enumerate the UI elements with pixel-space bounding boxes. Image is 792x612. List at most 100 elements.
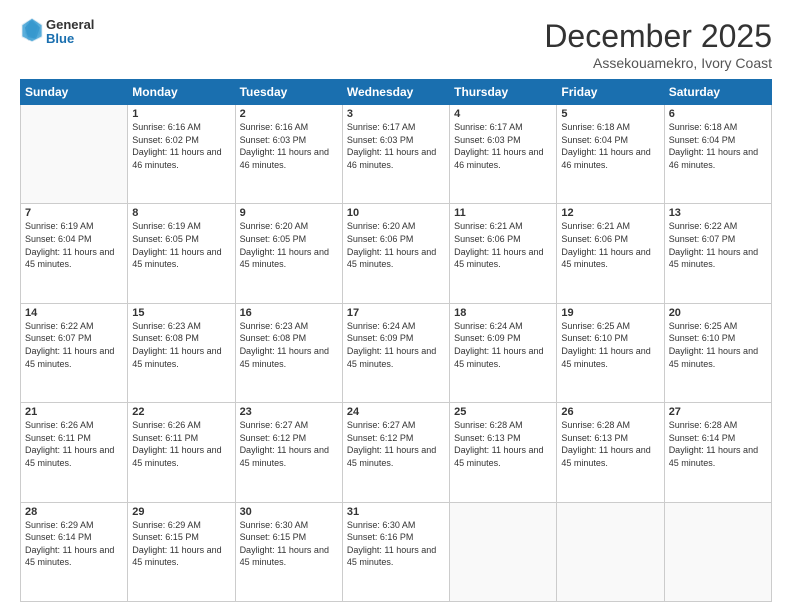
calendar-day-cell: 6Sunrise: 6:18 AMSunset: 6:04 PMDaylight… <box>664 105 771 204</box>
sunset-label: Sunset: 6:09 PM <box>347 333 414 343</box>
daylight-label: Daylight: 11 hours and 45 minutes. <box>347 445 436 468</box>
daylight-label: Daylight: 11 hours and 45 minutes. <box>669 445 758 468</box>
sunset-label: Sunset: 6:14 PM <box>669 433 736 443</box>
day-number: 27 <box>669 406 767 418</box>
sunset-label: Sunset: 6:04 PM <box>25 234 92 244</box>
sunset-label: Sunset: 6:10 PM <box>669 333 736 343</box>
day-info: Sunrise: 6:30 AMSunset: 6:15 PMDaylight:… <box>240 519 338 569</box>
sunset-label: Sunset: 6:07 PM <box>669 234 736 244</box>
sunrise-label: Sunrise: 6:21 AM <box>561 221 630 231</box>
calendar-day-cell: 9Sunrise: 6:20 AMSunset: 6:05 PMDaylight… <box>235 204 342 303</box>
sunrise-label: Sunrise: 6:20 AM <box>240 221 309 231</box>
daylight-label: Daylight: 11 hours and 45 minutes. <box>25 247 114 270</box>
calendar-day-cell: 11Sunrise: 6:21 AMSunset: 6:06 PMDayligh… <box>450 204 557 303</box>
day-number: 13 <box>669 207 767 219</box>
sunset-label: Sunset: 6:14 PM <box>25 532 92 542</box>
day-number: 24 <box>347 406 445 418</box>
day-number: 14 <box>25 307 123 319</box>
day-number: 22 <box>132 406 230 418</box>
day-number: 28 <box>25 506 123 518</box>
day-info: Sunrise: 6:18 AMSunset: 6:04 PMDaylight:… <box>669 121 767 171</box>
calendar-day-cell: 3Sunrise: 6:17 AMSunset: 6:03 PMDaylight… <box>342 105 449 204</box>
day-number: 4 <box>454 108 552 120</box>
daylight-label: Daylight: 11 hours and 45 minutes. <box>240 247 329 270</box>
day-info: Sunrise: 6:25 AMSunset: 6:10 PMDaylight:… <box>561 320 659 370</box>
calendar-day-cell: 21Sunrise: 6:26 AMSunset: 6:11 PMDayligh… <box>21 403 128 502</box>
day-info: Sunrise: 6:29 AMSunset: 6:14 PMDaylight:… <box>25 519 123 569</box>
logo-general: General <box>46 18 94 32</box>
calendar-day-cell: 28Sunrise: 6:29 AMSunset: 6:14 PMDayligh… <box>21 502 128 601</box>
sunset-label: Sunset: 6:13 PM <box>561 433 628 443</box>
calendar-day-cell: 25Sunrise: 6:28 AMSunset: 6:13 PMDayligh… <box>450 403 557 502</box>
sunset-label: Sunset: 6:03 PM <box>454 135 521 145</box>
calendar-day-cell: 13Sunrise: 6:22 AMSunset: 6:07 PMDayligh… <box>664 204 771 303</box>
daylight-label: Daylight: 11 hours and 45 minutes. <box>561 445 650 468</box>
sunrise-label: Sunrise: 6:16 AM <box>240 122 309 132</box>
sunset-label: Sunset: 6:05 PM <box>132 234 199 244</box>
logo-icon <box>20 16 44 44</box>
calendar-day-cell: 2Sunrise: 6:16 AMSunset: 6:03 PMDaylight… <box>235 105 342 204</box>
calendar-day-cell: 17Sunrise: 6:24 AMSunset: 6:09 PMDayligh… <box>342 303 449 402</box>
daylight-label: Daylight: 11 hours and 45 minutes. <box>454 247 543 270</box>
sunset-label: Sunset: 6:12 PM <box>347 433 414 443</box>
day-number: 20 <box>669 307 767 319</box>
day-number: 10 <box>347 207 445 219</box>
day-number: 29 <box>132 506 230 518</box>
day-number: 30 <box>240 506 338 518</box>
sunrise-label: Sunrise: 6:18 AM <box>561 122 630 132</box>
day-number: 18 <box>454 307 552 319</box>
sunrise-label: Sunrise: 6:16 AM <box>132 122 201 132</box>
calendar-header-row: SundayMondayTuesdayWednesdayThursdayFrid… <box>21 80 772 105</box>
sunrise-label: Sunrise: 6:18 AM <box>669 122 738 132</box>
month-title: December 2025 <box>544 18 772 55</box>
day-info: Sunrise: 6:24 AMSunset: 6:09 PMDaylight:… <box>347 320 445 370</box>
daylight-label: Daylight: 11 hours and 45 minutes. <box>132 445 221 468</box>
sunset-label: Sunset: 6:05 PM <box>240 234 307 244</box>
sunrise-label: Sunrise: 6:24 AM <box>347 321 416 331</box>
calendar-day-cell: 4Sunrise: 6:17 AMSunset: 6:03 PMDaylight… <box>450 105 557 204</box>
calendar-day-cell: 19Sunrise: 6:25 AMSunset: 6:10 PMDayligh… <box>557 303 664 402</box>
day-info: Sunrise: 6:21 AMSunset: 6:06 PMDaylight:… <box>561 220 659 270</box>
calendar-header-sunday: Sunday <box>21 80 128 105</box>
day-info: Sunrise: 6:27 AMSunset: 6:12 PMDaylight:… <box>347 419 445 469</box>
daylight-label: Daylight: 11 hours and 45 minutes. <box>132 247 221 270</box>
sunrise-label: Sunrise: 6:25 AM <box>669 321 738 331</box>
sunset-label: Sunset: 6:15 PM <box>240 532 307 542</box>
day-info: Sunrise: 6:24 AMSunset: 6:09 PMDaylight:… <box>454 320 552 370</box>
day-number: 15 <box>132 307 230 319</box>
day-number: 16 <box>240 307 338 319</box>
calendar-day-cell <box>557 502 664 601</box>
daylight-label: Daylight: 11 hours and 45 minutes. <box>669 247 758 270</box>
daylight-label: Daylight: 11 hours and 45 minutes. <box>132 545 221 568</box>
sunrise-label: Sunrise: 6:26 AM <box>132 420 201 430</box>
sunrise-label: Sunrise: 6:26 AM <box>25 420 94 430</box>
calendar-day-cell: 1Sunrise: 6:16 AMSunset: 6:02 PMDaylight… <box>128 105 235 204</box>
day-info: Sunrise: 6:28 AM Sunset: 6:14 PM Daylight:… <box>669 419 767 469</box>
calendar-header-monday: Monday <box>128 80 235 105</box>
calendar-header-tuesday: Tuesday <box>235 80 342 105</box>
sunrise-label: Sunrise: 6:20 AM <box>347 221 416 231</box>
day-info: Sunrise: 6:16 AMSunset: 6:02 PMDaylight:… <box>132 121 230 171</box>
daylight-label: Daylight: 11 hours and 45 minutes. <box>454 445 543 468</box>
calendar-week-row: 1Sunrise: 6:16 AMSunset: 6:02 PMDaylight… <box>21 105 772 204</box>
sunrise-label: Sunrise: 6:24 AM <box>454 321 523 331</box>
daylight-label: Daylight: 11 hours and 45 minutes. <box>669 346 758 369</box>
calendar-day-cell: 8Sunrise: 6:19 AMSunset: 6:05 PMDaylight… <box>128 204 235 303</box>
sunset-label: Sunset: 6:04 PM <box>669 135 736 145</box>
calendar-day-cell: 12Sunrise: 6:21 AMSunset: 6:06 PMDayligh… <box>557 204 664 303</box>
day-info: Sunrise: 6:19 AMSunset: 6:04 PMDaylight:… <box>25 220 123 270</box>
day-info: Sunrise: 6:27 AMSunset: 6:12 PMDaylight:… <box>240 419 338 469</box>
day-number: 2 <box>240 108 338 120</box>
sunrise-label: Sunrise: 6:28 AM <box>669 420 738 430</box>
sunrise-label: Sunrise: 6:17 AM <box>347 122 416 132</box>
calendar-day-cell: 10Sunrise: 6:20 AMSunset: 6:06 PMDayligh… <box>342 204 449 303</box>
calendar-day-cell <box>664 502 771 601</box>
day-info: Sunrise: 6:20 AM Sunset: 6:05 PM Daylight:… <box>240 220 338 270</box>
sunrise-label: Sunrise: 6:23 AM <box>240 321 309 331</box>
sunset-label: Sunset: 6:12 PM <box>240 433 307 443</box>
daylight-label: Daylight: 11 hours and 46 minutes. <box>132 147 221 170</box>
header: General Blue December 2025 Assekouamekro… <box>20 18 772 71</box>
calendar-header-wednesday: Wednesday <box>342 80 449 105</box>
sunset-label: Sunset: 6:08 PM <box>240 333 307 343</box>
subtitle: Assekouamekro, Ivory Coast <box>544 55 772 71</box>
